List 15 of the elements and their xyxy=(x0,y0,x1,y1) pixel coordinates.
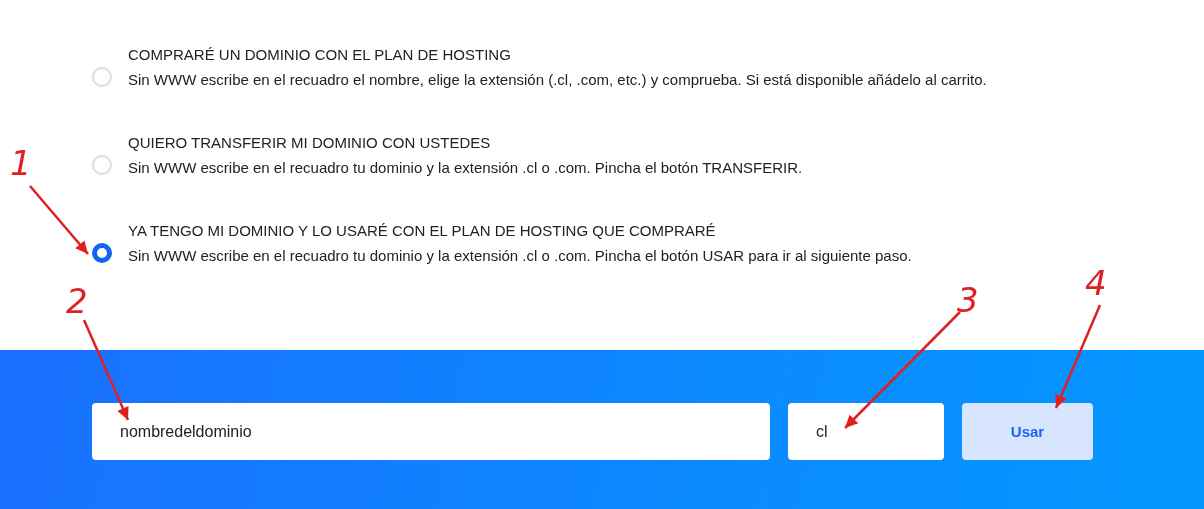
option-description: Sin WWW escribe en el recuadro tu dominio y la extensión .cl o .com. Pincha el botón TRANSFERIR. xyxy=(128,159,803,176)
use-button[interactable]: Usar xyxy=(962,403,1093,460)
option-description: Sin WWW escribe en el recuadro el nombre, elige la extensión (.cl, .com, etc.) y comprueba. Si está disponible añádelo al carrito. xyxy=(128,71,987,88)
option-description: Sin WWW escribe en el recuadro tu dominio y la extensión .cl o .com. Pincha el botón USAR para ir al siguiente paso. xyxy=(128,247,912,264)
extension-input-field[interactable]: cl xyxy=(788,403,944,460)
domain-input-field[interactable]: nombredeldominio xyxy=(92,403,770,460)
option-title: QUIERO TRANSFERIR MI DOMINIO CON USTEDES xyxy=(128,134,492,151)
annotation-number: 1 xyxy=(10,146,32,180)
annotation-number: 4 xyxy=(1085,266,1107,300)
annotation-arrow xyxy=(29,185,89,255)
option-title: COMPRARÉ UN DOMINIO CON EL PLAN DE HOSTING xyxy=(128,46,512,63)
option-title: YA TENGO MI DOMINIO Y LO USARÉ CON EL PLAN DE HOSTING QUE COMPRARÉ xyxy=(128,222,717,239)
annotation-number: 2 xyxy=(66,284,88,318)
annotation-number: 3 xyxy=(957,283,979,317)
radio-button[interactable] xyxy=(92,243,112,263)
